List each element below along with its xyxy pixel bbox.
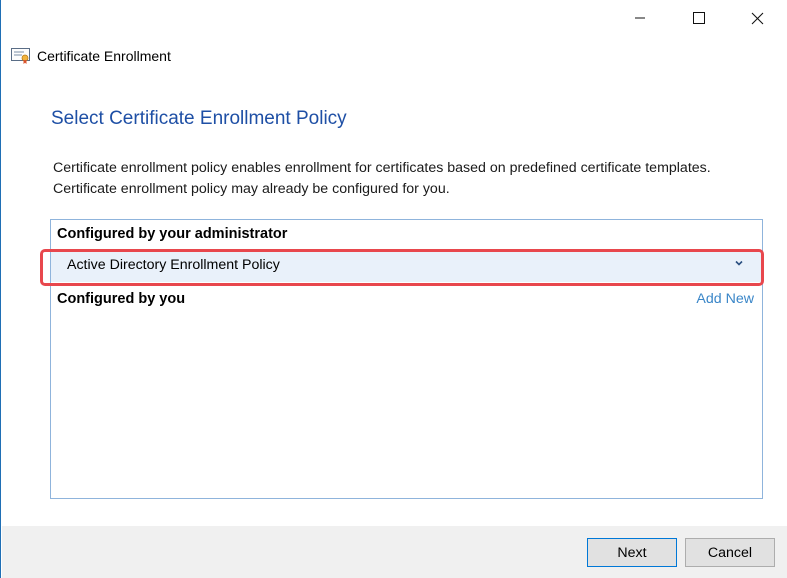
policy-item-label: Active Directory Enrollment Policy: [67, 257, 280, 273]
description-line: Certificate enrollment policy may alread…: [53, 181, 450, 197]
user-section-header: Configured by you: [57, 291, 186, 307]
certificate-icon: [11, 48, 30, 64]
page-description: Certificate enrollment policy enables en…: [53, 158, 763, 200]
next-button[interactable]: Next: [587, 538, 677, 567]
maximize-button[interactable]: [669, 0, 728, 36]
window-title: Certificate Enrollment: [37, 48, 171, 64]
enrollment-policy-list: Configured by your administrator Active …: [50, 219, 763, 499]
certificate-enrollment-window: Certificate Enrollment Select Certificat…: [0, 0, 787, 578]
add-new-link[interactable]: Add New: [696, 291, 754, 307]
minimize-button[interactable]: [610, 0, 669, 36]
close-icon: [751, 12, 764, 24]
policy-item-active-directory[interactable]: Active Directory Enrollment Policy: [51, 250, 762, 282]
window-controls: [610, 0, 787, 36]
close-button[interactable]: [728, 0, 787, 36]
window-title-bar: Certificate Enrollment: [11, 46, 171, 66]
maximize-icon: [692, 12, 705, 24]
admin-section-header: Configured by your administrator: [57, 226, 288, 242]
dialog-footer: Next Cancel: [2, 526, 787, 578]
chevron-down-icon[interactable]: [734, 259, 744, 267]
page-title: Select Certificate Enrollment Policy: [51, 108, 347, 129]
cancel-button[interactable]: Cancel: [685, 538, 775, 567]
minimize-icon: [634, 17, 645, 19]
description-line: Certificate enrollment policy enables en…: [53, 160, 711, 176]
